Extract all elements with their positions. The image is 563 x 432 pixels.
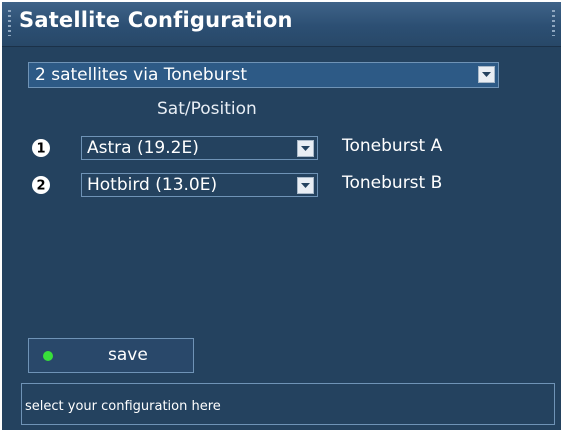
satellite-2-toneburst: Toneburst B <box>342 173 443 193</box>
title-grip-left-icon <box>8 10 11 36</box>
chevron-down-icon[interactable] <box>297 140 314 157</box>
green-dot-icon <box>43 351 53 361</box>
satellite-2-select[interactable]: Hotbird (13.0E) <box>81 173 318 197</box>
satellite-config-window: Satellite Configuration 2 satellites via… <box>2 2 561 430</box>
status-bar: select your configuration here <box>21 383 555 425</box>
satellite-2-value: Hotbird (13.0E) <box>87 175 218 195</box>
sat-position-header: Sat/Position <box>157 99 257 119</box>
satellite-1-toneburst: Toneburst A <box>342 136 443 156</box>
number-one-icon: 1 <box>31 138 51 158</box>
satellite-1-value: Astra (19.2E) <box>87 138 199 158</box>
number-two-icon: 2 <box>31 175 51 195</box>
config-mode-select[interactable]: 2 satellites via Toneburst <box>28 62 499 88</box>
chevron-down-icon[interactable] <box>478 66 495 83</box>
save-button[interactable]: save <box>28 338 194 373</box>
number-two-label: 2 <box>36 179 45 194</box>
config-mode-value: 2 satellites via Toneburst <box>35 65 247 85</box>
window-title: Satellite Configuration <box>19 8 293 32</box>
save-label: save <box>108 345 148 365</box>
number-one-label: 1 <box>36 142 45 157</box>
satellite-1-select[interactable]: Astra (19.2E) <box>81 136 318 160</box>
title-grip-right-icon <box>552 10 555 36</box>
chevron-down-icon[interactable] <box>297 177 314 194</box>
title-bar: Satellite Configuration <box>2 2 561 47</box>
status-text: select your configuration here <box>25 399 221 414</box>
